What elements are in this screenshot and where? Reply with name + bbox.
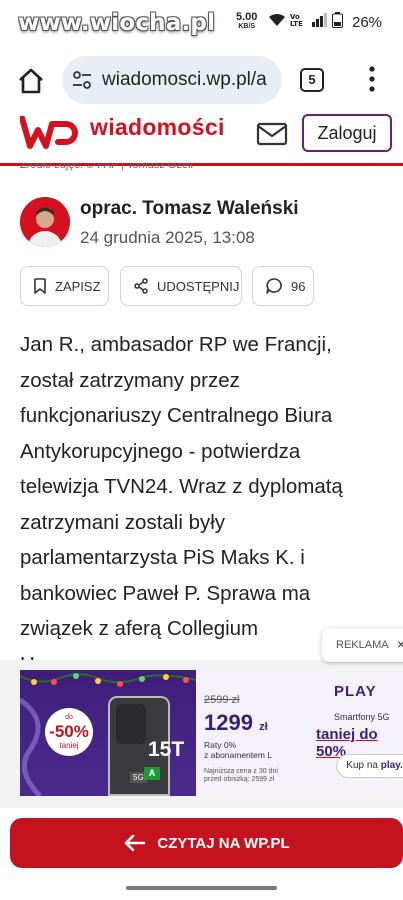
- network-speed: 5.00 KB/S: [236, 12, 257, 32]
- signal-icon: [312, 13, 327, 27]
- photo-source: Źródło zdjęć: © PAP | Tomasz Gzell: [20, 163, 193, 171]
- old-price: 2599 zł: [204, 694, 240, 706]
- site-logo-text[interactable]: wiadomości: [90, 114, 225, 141]
- article-line: zatrzymani zostali były: [20, 510, 226, 534]
- home-icon[interactable]: [16, 66, 46, 96]
- installments-line: Raty 0%: [204, 740, 237, 750]
- address-bar[interactable]: wiadomosci.wp.pl/a: [62, 56, 282, 104]
- ad-label: REKLAMA: [322, 628, 403, 662]
- new-price: 1299 zł: [204, 710, 268, 736]
- author-avatar[interactable]: [20, 197, 70, 247]
- volte-icon: VoLTE: [290, 13, 303, 27]
- url-text[interactable]: wiadomosci.wp.pl/a: [102, 69, 280, 91]
- article-line: telewizja TVN24. Wraz z dyplomatą: [20, 475, 343, 498]
- mail-icon[interactable]: [256, 120, 288, 148]
- phone-model-label: 15T: [148, 738, 185, 761]
- save-button-label: ZAPISZ: [55, 278, 101, 294]
- bookmark-icon: [34, 278, 46, 294]
- share-icon: [134, 278, 148, 294]
- discount-badge: do -50% taniej: [45, 708, 93, 756]
- smartphones-label: Smartfony 5G: [334, 712, 390, 722]
- article-line: funkcjonariuszy Centralnego Biura: [20, 404, 333, 427]
- new-price-value: 1299: [204, 710, 253, 735]
- share-button-label: UDOSTĘPNIJ: [157, 278, 240, 294]
- more-menu-icon[interactable]: [364, 64, 380, 94]
- wifi-icon: [269, 13, 285, 26]
- battery-icon: [332, 12, 343, 28]
- watermark-text: www.wiocha.pl: [18, 10, 216, 36]
- play-logo: PLAY: [334, 683, 377, 700]
- publish-date: 24 grudnia 2025, 13:08: [80, 228, 255, 247]
- article-line: został zatrzymany przez: [20, 368, 240, 392]
- status-icons: Vo LTE: [268, 12, 343, 28]
- share-button[interactable]: UDOSTĘPNIJ: [120, 266, 242, 306]
- article-line: Antykorupcyjnego - potwierdza: [20, 439, 301, 463]
- buy-on-play-button[interactable]: Kup na play.pl: [336, 754, 403, 778]
- network-speed-unit: KB/S: [238, 23, 256, 30]
- comments-count: 96: [291, 278, 306, 294]
- read-on-wp-label: CZYTAJ NA WP.PL: [157, 834, 290, 852]
- phone-camera: [116, 704, 146, 744]
- svg-text:LTE: LTE: [290, 20, 303, 27]
- ad-banner[interactable]: do -50% taniej 5G 15T A 2599 zł 1299 zł …: [20, 670, 403, 796]
- arrow-left-icon: [125, 834, 146, 852]
- avatar-photo: [20, 197, 70, 247]
- lowest-price-info: Najniższa cena z 30 dni przed obniżką: 2…: [204, 768, 278, 784]
- article-line: Jan R., ambasador RP we Francji,: [20, 333, 332, 356]
- ad-offer-panel: 2599 zł 1299 zł Raty 0% z abonamentem L …: [196, 670, 403, 796]
- login-button[interactable]: Zaloguj: [302, 114, 392, 152]
- lowest-price-line: przed obniżką: 2599 zł: [204, 776, 275, 783]
- battery-percent: 26%: [352, 14, 383, 31]
- installments-info: Raty 0% z abonamentem L: [204, 740, 272, 760]
- discount-prefix: do: [65, 714, 73, 721]
- site-header: wiadomości Zaloguj: [0, 114, 403, 166]
- installments-line: z abonamentem L: [204, 750, 273, 760]
- buy-site: play.pl: [380, 760, 403, 771]
- comment-icon: [266, 278, 282, 294]
- lowest-price-line: Najniższa cena z 30 dni: [204, 768, 278, 775]
- article-body: Jan R., ambasador RP we Francji, został …: [20, 327, 390, 660]
- discount-value: -50%: [49, 722, 89, 741]
- tab-switcher-button[interactable]: 5: [300, 68, 324, 92]
- ad-close-button[interactable]: ×: [397, 636, 403, 652]
- ad-visual: do -50% taniej 5G 15T A: [20, 670, 196, 796]
- discount-suffix: taniej: [59, 741, 79, 750]
- status-bar: www.wiocha.pl 5.00 KB/S Vo LTE 26%: [0, 0, 403, 46]
- comments-button[interactable]: 96: [252, 266, 314, 306]
- wp-logo-icon[interactable]: [20, 116, 82, 152]
- author-name[interactable]: oprac. Tomasz Waleński: [80, 198, 299, 220]
- browser-toolbar: wiadomosci.wp.pl/a 5: [0, 46, 403, 116]
- article-line: bankowiec Paweł P. Sprawa ma: [20, 581, 311, 605]
- site-settings-icon[interactable]: [72, 70, 92, 90]
- article-line: parlamentarzysta PiS Maks K. i: [20, 546, 305, 569]
- read-on-wp-button[interactable]: CZYTAJ NA WP.PL: [10, 818, 403, 868]
- gesture-nav-bar[interactable]: [126, 886, 277, 890]
- save-button[interactable]: ZAPISZ: [20, 266, 109, 306]
- energy-class-badge: A: [144, 767, 160, 780]
- buy-prefix: Kup na: [346, 760, 381, 771]
- new-price-unit: zł: [259, 721, 268, 733]
